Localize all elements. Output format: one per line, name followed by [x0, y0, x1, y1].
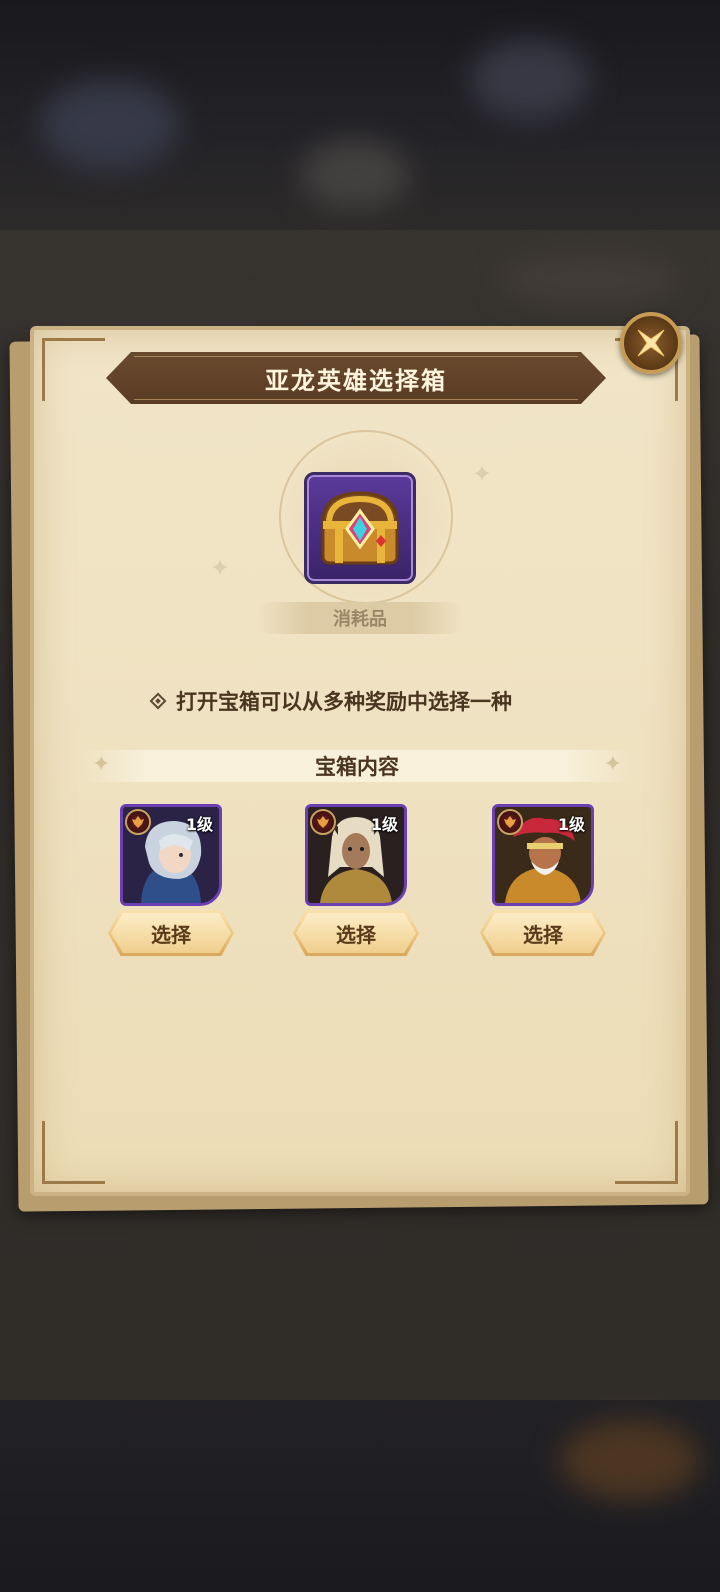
close-button[interactable]	[620, 312, 682, 374]
select-button-label: 选择	[523, 922, 563, 947]
corner-ornament	[42, 338, 105, 401]
item-icon-frame[interactable]	[304, 472, 416, 584]
section-header: ✦ ✦ 宝箱内容	[82, 750, 632, 782]
diamond-bullet-icon	[149, 692, 167, 710]
title-banner: 亚龙英雄选择箱	[106, 352, 606, 404]
dialog-title: 亚龙英雄选择箱	[265, 366, 447, 395]
hero-level: 1级	[370, 815, 398, 834]
dragon-faction-icon	[497, 809, 523, 835]
hero-level: 1级	[557, 815, 585, 834]
item-category-tag: 消耗品	[256, 602, 464, 634]
sparkle-icon: ✦	[92, 752, 111, 777]
select-button-label: 选择	[151, 922, 191, 947]
sparkle-icon: ✦	[472, 460, 493, 488]
sparkle-icon: ✦	[210, 554, 231, 582]
hero-portrait[interactable]: 1级	[305, 804, 407, 906]
description-text: 打开宝箱可以从多种奖励中选择一种	[176, 690, 512, 714]
sparkle-icon: ✦	[603, 752, 622, 777]
close-icon	[637, 329, 665, 357]
hero-chest-dialog: 亚龙英雄选择箱 ✦ ✦ 消耗品 打开宝箱可以从多种奖励中选择一种 ✦ ✦ 宝箱内…	[30, 326, 690, 1196]
item-description: 打开宝箱可以从多种奖励中选择一种	[149, 686, 512, 716]
corner-ornament	[42, 1121, 105, 1184]
dragon-faction-icon	[125, 809, 151, 835]
section-title: 宝箱内容	[315, 755, 399, 779]
hero-options: 1级 选择 1级 选择 1级 选择	[34, 804, 686, 974]
item-category: 消耗品	[333, 609, 387, 630]
treasure-chest-icon	[321, 491, 399, 565]
select-hero-button[interactable]: 选择	[108, 910, 234, 956]
dragon-faction-icon	[310, 809, 336, 835]
select-button-label: 选择	[336, 922, 376, 947]
select-hero-button[interactable]: 选择	[293, 910, 419, 956]
select-hero-button[interactable]: 选择	[480, 910, 606, 956]
hero-portrait[interactable]: 1级	[492, 804, 594, 906]
hero-level: 1级	[185, 815, 213, 834]
corner-ornament	[615, 1121, 678, 1184]
hero-portrait[interactable]: 1级	[120, 804, 222, 906]
